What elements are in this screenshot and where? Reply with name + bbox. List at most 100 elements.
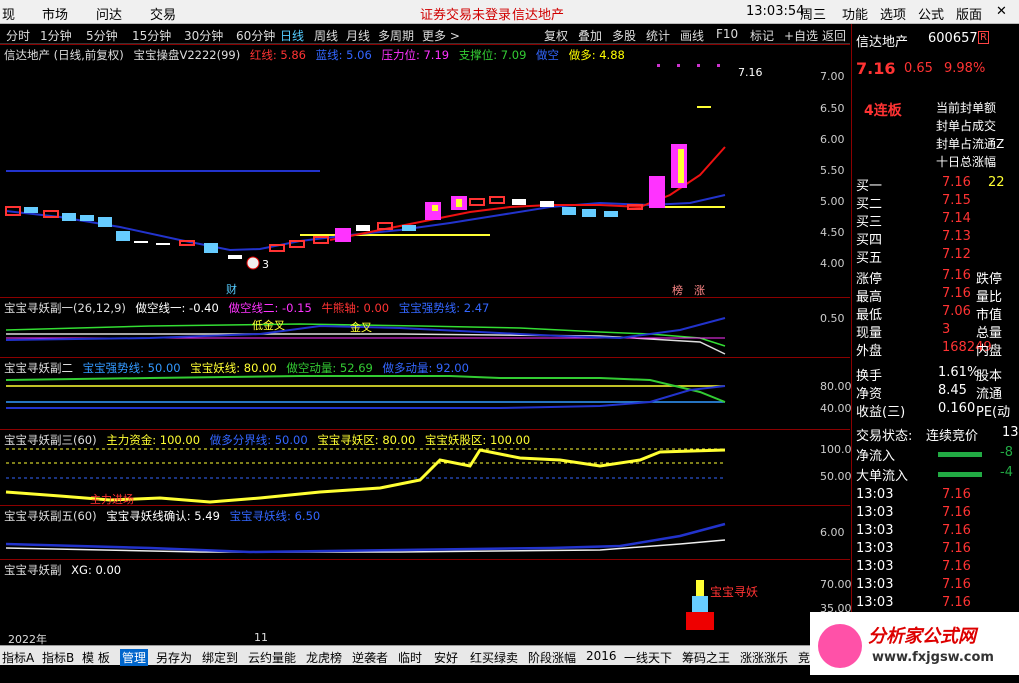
- bottom-tab[interactable]: 另存为: [156, 649, 192, 666]
- window-stock-title: 信达地产: [512, 8, 565, 23]
- quote-row: 换手 1.61% 股本: [852, 364, 1019, 384]
- menu-item-options[interactable]: 选项: [880, 4, 906, 23]
- bottom-tab[interactable]: 阶段涨幅: [528, 649, 576, 666]
- btn-diejia[interactable]: 叠加: [578, 27, 602, 44]
- watermark-logo: 分析家公式网 www.fxjgsw.com: [810, 612, 1019, 675]
- low-label: 3: [262, 258, 269, 271]
- btn-f10[interactable]: F10: [716, 27, 738, 41]
- bottom-tab[interactable]: 红买绿卖: [470, 649, 518, 666]
- bid-label: 买五: [856, 251, 883, 266]
- quote-row: 13:03 7.16: [852, 558, 1019, 576]
- y-tick: 5.00: [820, 195, 845, 208]
- quote-row: 涨停 7.16 跌停: [852, 267, 1019, 287]
- menu-item-layout[interactable]: 版面: [956, 4, 982, 23]
- candle: [604, 211, 618, 217]
- menu-item-wenda[interactable]: 问达: [96, 4, 122, 23]
- quote-row: 收益(三) 0.160 PE(动: [852, 400, 1019, 420]
- tick-price: 7.16: [942, 541, 971, 556]
- logo-url: www.fxjgsw.com: [872, 650, 994, 665]
- tf-5min[interactable]: 5分钟: [86, 27, 118, 44]
- tf-multi[interactable]: 多周期: [378, 27, 414, 44]
- tick-time: 13:03: [856, 559, 894, 574]
- bid-price: 7.15: [942, 193, 971, 208]
- trade-state-extra: 13: [1002, 425, 1019, 440]
- stat2-label: 收益(三): [856, 405, 906, 420]
- bottom-tab[interactable]: 临时: [398, 649, 422, 666]
- stat-value: 7.06: [942, 304, 971, 319]
- info-fengdan-ratio: 封单占成交: [936, 119, 997, 133]
- bottom-tab[interactable]: 管理: [120, 649, 149, 666]
- sub-panel-5[interactable]: 宝宝寻妖副五(60) 宝宝寻妖线确认: 5.49 宝宝寻妖线: 6.50 6.0…: [0, 505, 850, 559]
- flow-bar: [938, 452, 982, 457]
- menu-item-formula[interactable]: 公式: [918, 4, 944, 23]
- menu-item-market[interactable]: 市场: [42, 4, 68, 23]
- tf-30min[interactable]: 30分钟: [184, 27, 223, 44]
- btn-tongji[interactable]: 统计: [646, 27, 670, 44]
- candle: [356, 225, 370, 231]
- clock: 13:03:54: [746, 4, 805, 19]
- btn-back[interactable]: 返回: [822, 27, 846, 44]
- sub-panel-2[interactable]: 宝宝寻妖副二 宝宝强势线: 50.00 宝宝妖线: 80.00 做空动量: 52…: [0, 357, 852, 429]
- bottom-tab[interactable]: 2016: [586, 649, 617, 663]
- sub-panel-1[interactable]: 宝宝寻妖副一(26,12,9) 做空线一: -0.40 做空线二: -0.15 …: [0, 297, 850, 357]
- bottom-tab[interactable]: 筹码之王: [682, 649, 730, 666]
- flow-label: 净流入: [856, 449, 896, 464]
- tf-60min[interactable]: 60分钟: [236, 27, 275, 44]
- btn-fuquan[interactable]: 复权: [544, 27, 568, 44]
- bottom-tab[interactable]: 龙虎榜: [306, 649, 342, 666]
- quote-row: 13:03 7.16: [852, 576, 1019, 594]
- tf-15min[interactable]: 15分钟: [132, 27, 171, 44]
- tick-price: 7.16: [942, 559, 971, 574]
- tag-baobao-xunyao: 宝宝寻妖: [710, 585, 758, 599]
- x-axis-month: 11: [254, 631, 268, 644]
- tf-fenshi[interactable]: 分时: [6, 27, 30, 44]
- close-icon[interactable]: ✕: [996, 4, 1007, 19]
- flow-label: 大单流入: [856, 469, 909, 484]
- red-ma-line: [329, 146, 726, 241]
- bottom-tab[interactable]: 逆袭者: [352, 649, 388, 666]
- tf-week[interactable]: 周线: [314, 27, 338, 44]
- tick-time: 13:03: [856, 487, 894, 502]
- sub-panel-3[interactable]: 宝宝寻妖副三(60) 主力资金: 100.00 做多分界线: 50.00 宝宝寻…: [0, 429, 859, 506]
- bottom-tab[interactable]: 一线天下: [624, 649, 672, 666]
- candle: [377, 222, 393, 230]
- quote-panel: 信达地产 600657 R 7.16 0.65 9.98% 4连板 当前封单额 封单占成…: [851, 24, 1019, 675]
- menu-item[interactable]: 现: [2, 4, 15, 23]
- quote-row: 外盘 168249 内盘: [852, 339, 1019, 359]
- btn-add-favorite[interactable]: +自选: [784, 27, 818, 44]
- tf-more[interactable]: 更多 >: [422, 27, 460, 44]
- tag-low-golden-cross: 低金叉: [252, 318, 285, 332]
- btn-huaxian[interactable]: 画线: [680, 27, 704, 44]
- candle: [582, 209, 596, 217]
- bottom-tab[interactable]: 云约量能: [248, 649, 296, 666]
- stat-label-2: 内盘: [976, 344, 1003, 359]
- bottom-tab[interactable]: 绑定到: [202, 649, 238, 666]
- quote-row: 净资 8.45 流通: [852, 382, 1019, 402]
- menu-item-function[interactable]: 功能: [842, 4, 868, 23]
- bottom-tab[interactable]: 模 板: [82, 649, 110, 666]
- bottom-tab[interactable]: 安好: [434, 649, 458, 666]
- bottom-tab[interactable]: 指标A: [2, 649, 34, 666]
- bottom-tab[interactable]: 竞价: [798, 649, 810, 683]
- bottom-tab[interactable]: 指标B: [42, 649, 74, 666]
- logo-text: 分析家公式网: [868, 626, 976, 647]
- login-status: 证券交易未登录: [420, 8, 512, 23]
- btn-duogu[interactable]: 多股: [612, 27, 636, 44]
- y-tick: 80.00: [820, 380, 852, 393]
- menu-item-trade[interactable]: 交易: [150, 4, 176, 23]
- sub-panel-6[interactable]: 宝宝寻妖副 XG: 0.00 宝宝寻妖 70.00 35.00: [0, 559, 852, 631]
- stat-value: 3: [942, 322, 951, 337]
- tf-1min[interactable]: 1分钟: [40, 27, 72, 44]
- candle: [134, 241, 148, 243]
- main-chart-panel[interactable]: 信达地产 (日线,前复权) 宝宝操盘V2222(99) 红线: 5.86 蓝线:…: [0, 44, 850, 297]
- btn-biaoji[interactable]: 标记: [750, 27, 774, 44]
- y-tick: 4.00: [820, 257, 845, 270]
- tag-main-entry: 主力进场: [90, 492, 134, 506]
- candle: [335, 228, 351, 242]
- stat-value: 7.16: [942, 268, 971, 283]
- bottom-tab[interactable]: 涨涨涨乐: [740, 649, 788, 666]
- quote-row: 13:03 7.16: [852, 594, 1019, 612]
- tf-month[interactable]: 月线: [346, 27, 370, 44]
- panel5-svg: [5, 522, 726, 554]
- tf-day[interactable]: 日线: [280, 27, 304, 44]
